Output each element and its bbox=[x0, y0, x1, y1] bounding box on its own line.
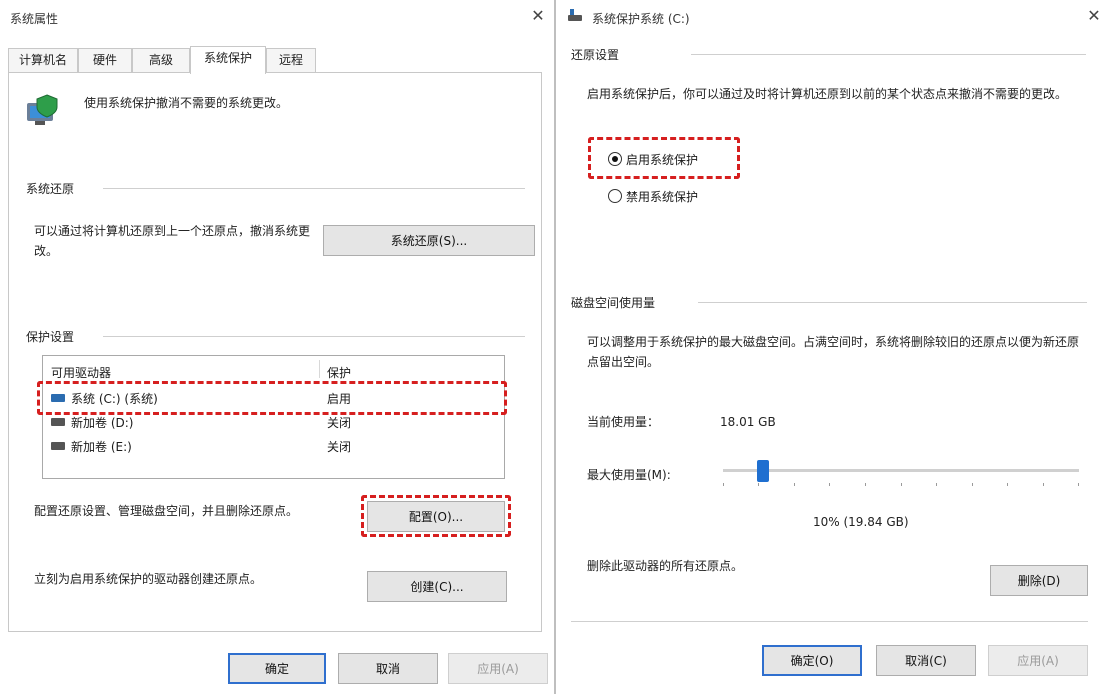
disable-protection-option[interactable]: 禁用系统保护 bbox=[608, 187, 758, 205]
system-protection-drive-window: 系统保护系统 (C:) ✕ 还原设置 启用系统保护后，你可以通过及时将计算机还原… bbox=[558, 0, 1108, 694]
group-divider bbox=[691, 54, 1086, 55]
cancel-button[interactable]: 取消 bbox=[338, 653, 438, 684]
slider-thumb[interactable] bbox=[757, 460, 769, 482]
radio-button[interactable] bbox=[608, 189, 622, 203]
max-usage-slider[interactable] bbox=[723, 460, 1079, 490]
drive-row[interactable]: 系统 (C:) (系统) 启用 bbox=[43, 386, 504, 408]
disk-usage-label: 磁盘空间使用量 bbox=[571, 296, 656, 310]
drive-row[interactable]: 新加卷 (D:) 关闭 bbox=[43, 410, 504, 432]
ok-button[interactable]: 确定(O) bbox=[762, 645, 862, 676]
slider-tick bbox=[865, 483, 866, 486]
slider-tick bbox=[723, 483, 724, 486]
slider-tick bbox=[794, 483, 795, 486]
tab-panel: 使用系统保护撤消不需要的系统更改。 系统还原 可以通过将计算机还原到上一个还原点… bbox=[8, 72, 542, 632]
restore-settings-description: 启用系统保护后，你可以通过及时将计算机还原到以前的某个状态点来撤消不需要的更改。 bbox=[587, 87, 1068, 101]
protection-group-label: 保护设置 bbox=[26, 330, 75, 344]
close-icon[interactable]: ✕ bbox=[1082, 6, 1106, 25]
option-label: 禁用系统保护 bbox=[626, 190, 699, 204]
drive-name: 新加卷 (E:) bbox=[71, 440, 132, 454]
create-button[interactable]: 创建(C)... bbox=[367, 571, 507, 602]
tab-advanced[interactable]: 高级 bbox=[132, 48, 190, 73]
close-icon[interactable]: ✕ bbox=[526, 6, 550, 25]
slider-tick bbox=[1078, 483, 1079, 486]
drive-icon bbox=[51, 418, 65, 426]
title-bar: 系统属性 ✕ bbox=[0, 0, 554, 36]
slider-track[interactable] bbox=[723, 469, 1079, 472]
tab-remote[interactable]: 远程 bbox=[266, 48, 316, 73]
system-properties-window: 系统属性 ✕ 计算机名 硬件 高级 系统保护 远程 使用系统保护撤消不需要的系统… bbox=[0, 0, 556, 694]
slider-tick bbox=[829, 483, 830, 486]
ok-button[interactable]: 确定 bbox=[228, 653, 326, 684]
configure-button[interactable]: 配置(O)... bbox=[367, 501, 505, 532]
option-label: 启用系统保护 bbox=[626, 153, 699, 167]
group-divider bbox=[698, 302, 1087, 303]
create-text: 立刻为启用系统保护的驱动器创建还原点。 bbox=[34, 572, 263, 586]
system-restore-button[interactable]: 系统还原(S)... bbox=[323, 225, 535, 256]
drive-status: 关闭 bbox=[327, 440, 352, 454]
footer-divider bbox=[571, 621, 1088, 622]
tab-hardware[interactable]: 硬件 bbox=[78, 48, 132, 73]
apply-button[interactable]: 应用(A) bbox=[448, 653, 548, 684]
column-header-drive[interactable]: 可用驱动器 bbox=[51, 364, 111, 381]
drive-status: 关闭 bbox=[327, 416, 352, 430]
slider-tick bbox=[972, 483, 973, 486]
tab-computer-name[interactable]: 计算机名 bbox=[8, 48, 78, 73]
max-usage-value: 10% (19.84 GB) bbox=[813, 515, 909, 529]
slider-tick bbox=[1043, 483, 1044, 486]
drive-row[interactable]: 新加卷 (E:) 关闭 bbox=[43, 434, 504, 456]
restore-description: 可以通过将计算机还原到上一个还原点，撤消系统更改。 bbox=[34, 224, 311, 258]
slider-tick bbox=[901, 483, 902, 486]
tab-system-protection[interactable]: 系统保护 bbox=[190, 46, 266, 74]
title-bar: 系统保护系统 (C:) ✕ bbox=[558, 0, 1108, 36]
delete-button[interactable]: 删除(D) bbox=[990, 565, 1088, 596]
group-divider bbox=[103, 188, 525, 189]
window-title: 系统属性 bbox=[10, 12, 59, 26]
restore-group-label: 系统还原 bbox=[26, 182, 75, 196]
system-drive-icon bbox=[51, 394, 65, 402]
drive-status: 启用 bbox=[327, 392, 352, 406]
column-separator bbox=[319, 360, 320, 378]
configure-text: 配置还原设置、管理磁盘空间，并且删除还原点。 bbox=[34, 504, 299, 518]
column-header-protection[interactable]: 保护 bbox=[327, 364, 351, 381]
slider-tick bbox=[936, 483, 937, 486]
drive-name: 新加卷 (D:) bbox=[71, 416, 134, 430]
current-usage-label: 当前使用量： bbox=[587, 415, 660, 429]
enable-protection-option[interactable]: 启用系统保护 bbox=[608, 150, 758, 168]
system-protection-icon bbox=[27, 94, 58, 125]
group-divider bbox=[103, 336, 525, 337]
drive-name: 系统 (C:) (系统) bbox=[71, 392, 158, 406]
max-usage-label: 最大使用量(M): bbox=[587, 468, 671, 482]
drive-list[interactable]: 可用驱动器 保护 系统 (C:) (系统) 启用 新加卷 (D:) 关闭 新加卷… bbox=[42, 355, 505, 479]
radio-button[interactable] bbox=[608, 152, 622, 166]
delete-text: 删除此驱动器的所有还原点。 bbox=[587, 559, 744, 573]
window-title: 系统保护系统 (C:) bbox=[592, 12, 690, 26]
cancel-button[interactable]: 取消(C) bbox=[876, 645, 976, 676]
disk-usage-description: 可以调整用于系统保护的最大磁盘空间。占满空间时，系统将删除较旧的还原点以便为新还… bbox=[587, 335, 1080, 369]
apply-button[interactable]: 应用(A) bbox=[988, 645, 1088, 676]
slider-tick bbox=[758, 483, 759, 486]
slider-tick bbox=[1007, 483, 1008, 486]
restore-settings-label: 还原设置 bbox=[571, 48, 620, 62]
intro-text: 使用系统保护撤消不需要的系统更改。 bbox=[84, 96, 289, 110]
current-usage-value: 18.01 GB bbox=[720, 415, 776, 429]
drive-protection-icon bbox=[568, 9, 582, 21]
drive-icon bbox=[51, 442, 65, 450]
